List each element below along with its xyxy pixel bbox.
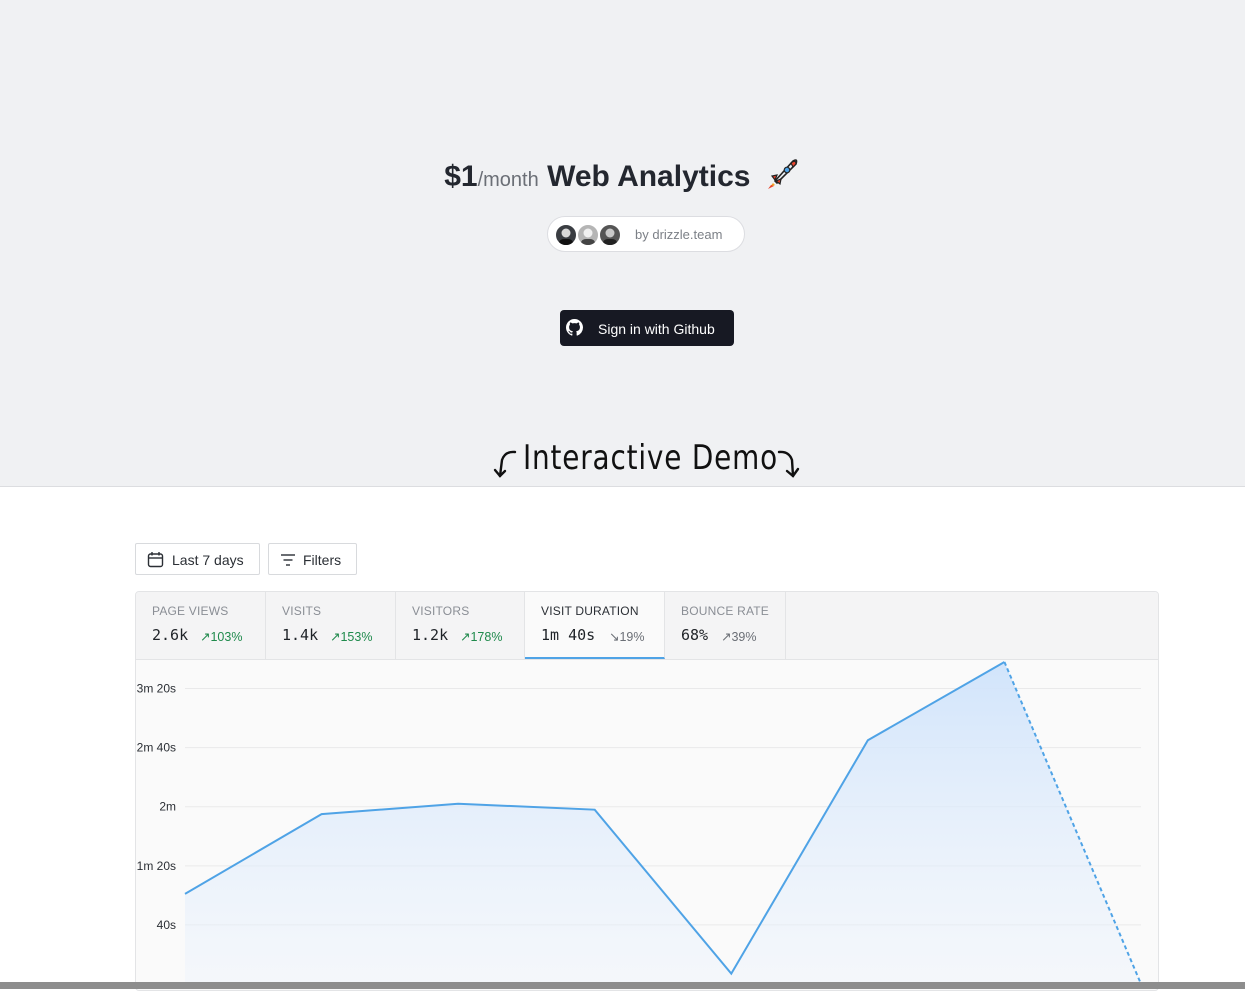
area-fill: [185, 661, 1141, 984]
stat-label: VISIT DURATION: [541, 604, 639, 618]
product-title: Web Analytics: [547, 160, 751, 193]
stat-value: 1m 40s: [541, 626, 596, 644]
filters-button[interactable]: Filters: [268, 543, 357, 575]
price-unit: /month: [477, 169, 539, 191]
stat-label: VISITS: [282, 604, 322, 618]
stat-value: 1.2k: [412, 626, 449, 644]
visit-duration-chart: 40s 1m 20s 2m 2m 40s 3m 20s: [136, 659, 1158, 990]
stat-delta: ↗153%: [330, 630, 373, 644]
y-tick-label: 3m 20s: [137, 682, 176, 696]
hero-section: $1/month Web Analytics by drizzle.team S…: [0, 0, 1245, 487]
interactive-demo-heading: Interactive Demo: [493, 438, 813, 484]
stat-delta: ↗178%: [460, 630, 503, 644]
stat-delta: ↗39%: [721, 630, 757, 644]
chart-svg: 40s 1m 20s 2m 2m 40s 3m 20s: [137, 659, 1142, 985]
team-badge[interactable]: by drizzle.team: [547, 216, 745, 252]
by-text: by drizzle.team: [635, 227, 723, 242]
date-range-button[interactable]: Last 7 days: [135, 543, 260, 575]
price: $1: [444, 160, 478, 193]
y-tick-label: 2m: [159, 800, 176, 814]
stat-label: VISITORS: [412, 604, 470, 618]
tab-visit-duration[interactable]: VISIT DURATION 1m 40s ↘19%: [525, 592, 665, 659]
data-point[interactable]: [865, 737, 871, 743]
filters-label: Filters: [303, 552, 342, 568]
arrow-up-right-icon: ↗: [721, 630, 732, 644]
date-range-label: Last 7 days: [172, 552, 244, 568]
arrow-down-right-icon: ↘: [609, 630, 620, 644]
avatar: [554, 223, 578, 247]
rocket-icon: [765, 155, 801, 199]
stat-value: 1.4k: [282, 626, 319, 644]
data-point[interactable]: [182, 891, 188, 897]
y-tick-label: 1m 20s: [137, 859, 176, 873]
data-point[interactable]: [319, 811, 325, 817]
y-tick-label: 2m 40s: [137, 741, 176, 755]
stat-delta: ↗103%: [200, 630, 243, 644]
data-point[interactable]: [455, 801, 461, 807]
filter-icon: [280, 553, 296, 570]
tab-visitors[interactable]: VISITORS 1.2k ↗178%: [396, 592, 525, 659]
stats-tabs: PAGE VIEWS 2.6k ↗103% VISITS 1.4k ↗153% …: [136, 592, 1158, 660]
tab-visits[interactable]: VISITS 1.4k ↗153%: [266, 592, 396, 659]
stats-card: PAGE VIEWS 2.6k ↗103% VISITS 1.4k ↗153% …: [135, 591, 1159, 991]
data-point[interactable]: [728, 971, 734, 977]
curved-arrow-down-right-icon: [775, 448, 801, 485]
sign-in-label: Sign in with Github: [598, 321, 715, 337]
stat-value: 68%: [681, 626, 709, 644]
data-point[interactable]: [592, 807, 598, 813]
tab-page-views[interactable]: PAGE VIEWS 2.6k ↗103%: [136, 592, 266, 659]
data-point[interactable]: [1001, 659, 1007, 665]
demo-label: Interactive Demo: [523, 438, 779, 478]
avatar: [598, 223, 622, 247]
curved-arrow-down-left-icon: [493, 448, 519, 485]
stat-label: BOUNCE RATE: [681, 604, 769, 618]
arrow-up-right-icon: ↗: [330, 630, 341, 644]
avatar: [576, 223, 600, 247]
sign-in-github-button[interactable]: Sign in with Github: [560, 310, 734, 346]
stat-delta: ↘19%: [609, 630, 645, 644]
arrow-up-right-icon: ↗: [460, 630, 471, 644]
github-icon: [566, 319, 583, 339]
scrollbar[interactable]: [0, 982, 1245, 989]
y-tick-label: 40s: [157, 918, 176, 932]
stat-value: 2.6k: [152, 626, 189, 644]
arrow-up-right-icon: ↗: [200, 630, 211, 644]
tab-bounce-rate[interactable]: BOUNCE RATE 68% ↗39%: [665, 592, 786, 659]
stat-label: PAGE VIEWS: [152, 604, 229, 618]
page-title: $1/month Web Analytics: [0, 155, 1245, 199]
calendar-icon: [147, 551, 164, 571]
